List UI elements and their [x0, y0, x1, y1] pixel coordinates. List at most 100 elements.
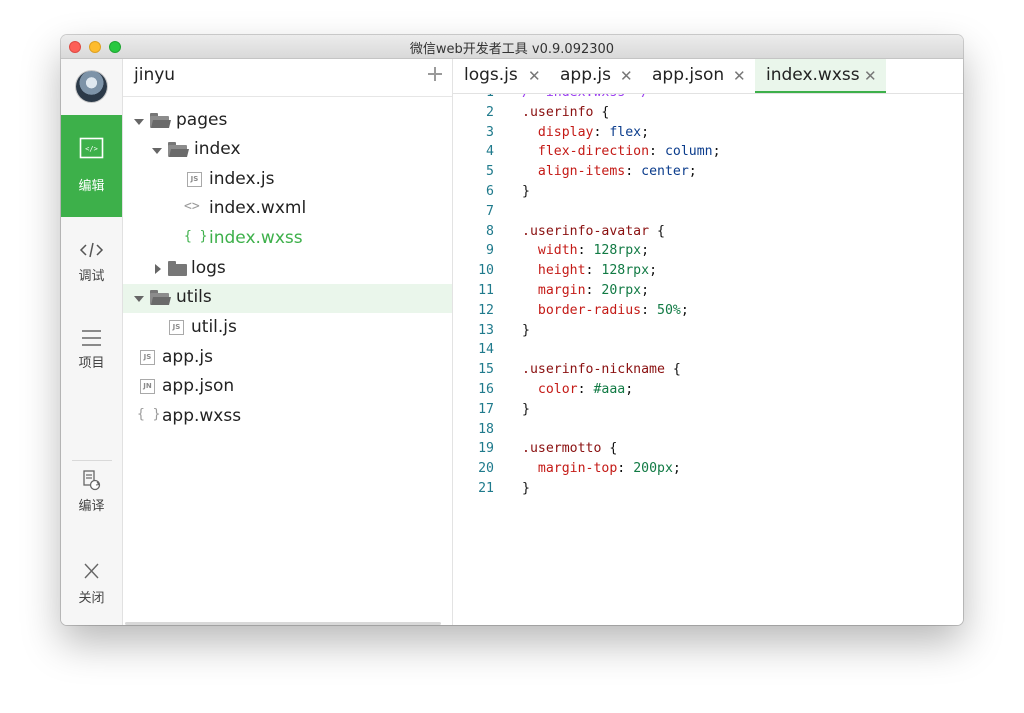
line-number: 13 [478, 322, 494, 338]
add-file-icon[interactable] [428, 67, 442, 81]
tab-index-wxss[interactable]: index.wxss ✕ [755, 59, 886, 93]
line-number: 2 [486, 104, 494, 120]
chevron-down-icon[interactable] [134, 119, 144, 125]
line-number: 9 [486, 243, 494, 259]
code-area[interactable]: 1 /**index.wxss**/ 2 .userinfo {3 display: … [453, 94, 963, 625]
code-editor: logs.js ✕ app.js ✕ app.json ✕ index.wxss… [453, 59, 963, 625]
tree-file-app-wxss[interactable]: { } app.wxss [123, 403, 452, 432]
tree-file-index-js[interactable]: JS index.js [123, 166, 452, 195]
editor-tab-bar: logs.js ✕ app.js ✕ app.json ✕ index.wxss… [453, 59, 963, 94]
line-number: 16 [478, 382, 494, 397]
line-number: 1 [453, 94, 494, 100]
code-line: display: flex; [537, 124, 650, 140]
tab-label: app.json [652, 65, 725, 85]
line-number: 7 [486, 203, 494, 219]
close-tab-icon[interactable]: ✕ [864, 67, 877, 85]
line-number: 4 [486, 144, 494, 160]
avatar[interactable] [76, 71, 107, 102]
tree-item-label: index.js [209, 169, 275, 189]
folder-open-icon [150, 290, 171, 305]
tree-file-index-wxss[interactable]: { } index.wxss [123, 225, 452, 254]
code-line: } [522, 401, 530, 417]
folder-icon [168, 261, 187, 276]
svg-text:</>: </> [85, 145, 98, 153]
sidebar-item-label: 编译 [78, 499, 105, 514]
sidebar-item-edit[interactable]: </> 编辑 [61, 115, 122, 217]
folder-open-icon [150, 113, 171, 128]
tree-folder-utils[interactable]: utils [123, 284, 452, 313]
tree-item-label: index [194, 139, 241, 159]
tree-folder-index[interactable]: index [123, 136, 452, 165]
style-file-icon: { } [137, 407, 161, 422]
code-line: border-radius: 50%; [537, 302, 689, 318]
sidebar-item-label: 关闭 [78, 591, 105, 606]
code-line: .userinfo-nickname { [522, 362, 681, 378]
code-line: align-items: center; [537, 164, 697, 180]
chevron-down-icon[interactable] [152, 148, 162, 154]
sidebar-item-label: 调试 [78, 269, 105, 284]
window-title: 微信web开发者工具 v0.9.092300 [409, 42, 615, 57]
code-line: width: 128rpx; [537, 243, 650, 259]
project-name: jinyu [134, 65, 176, 85]
line-number: 14 [478, 342, 494, 358]
code-line: } [522, 481, 530, 496]
line-number: 6 [486, 184, 494, 199]
code-line: .usermotto { [522, 441, 618, 457]
tab-app-js[interactable]: app.js ✕ [549, 59, 640, 93]
tree-item-label: pages [176, 110, 228, 130]
line-number: 10 [478, 263, 494, 279]
code-line: margin: 20rpx; [537, 283, 650, 298]
tree-file-util-js[interactable]: JS util.js [123, 314, 452, 343]
horizontal-scrollbar[interactable] [125, 622, 441, 625]
list-icon [82, 330, 101, 346]
tab-label: logs.js [464, 65, 518, 85]
sidebar-item-debug[interactable]: 调试 [61, 217, 122, 318]
line-number: 5 [486, 164, 494, 180]
tree-file-app-js[interactable]: JS app.js [123, 344, 452, 373]
tree-item-label: logs [191, 258, 226, 278]
tree-item-label: index.wxml [209, 198, 307, 218]
code-box-icon: </> [79, 137, 104, 159]
chevron-right-icon[interactable] [155, 264, 161, 274]
json-file-icon: JN [140, 379, 155, 394]
code-brackets-icon [79, 242, 104, 258]
line-number: 18 [478, 421, 494, 437]
style-file-icon: { } [184, 229, 208, 244]
line-number: 3 [486, 124, 494, 140]
markup-file-icon: <> [184, 199, 200, 214]
sidebar-item-close[interactable]: 关闭 [61, 559, 122, 625]
js-file-icon: JS [187, 172, 202, 187]
tree-item-label: utils [176, 287, 212, 307]
chevron-down-icon[interactable] [134, 296, 144, 302]
folder-open-icon [168, 142, 189, 157]
sidebar-item-project[interactable]: 项目 [61, 319, 122, 420]
tree-folder-logs[interactable]: logs [123, 255, 452, 284]
close-tab-icon[interactable]: ✕ [528, 67, 541, 85]
tab-label: index.wxss [766, 65, 860, 85]
code-line: .userinfo-avatar { [522, 223, 665, 239]
close-tab-icon[interactable]: ✕ [733, 67, 746, 85]
line-number: 19 [478, 441, 494, 457]
code-line: height: 128rpx; [537, 263, 658, 279]
code-line: margin-top: 200px; [537, 461, 681, 477]
tab-app-json[interactable]: app.json ✕ [641, 59, 754, 93]
tree-item-label: app.js [162, 347, 213, 367]
code-line: } [522, 184, 530, 199]
tree-folder-pages[interactable]: pages [123, 107, 452, 136]
close-tab-icon[interactable]: ✕ [620, 67, 633, 85]
code-line: flex-direction: column; [537, 144, 721, 160]
close-icon [84, 563, 99, 579]
tree-item-label: index.wxss [209, 228, 303, 248]
js-file-icon: JS [169, 320, 184, 335]
line-number: 21 [478, 481, 494, 496]
app-window: 微信web开发者工具 v0.9.092300 </> 编辑 调试 项目 编译 关… [61, 35, 963, 625]
sidebar-item-compile[interactable]: 编译 [61, 467, 122, 568]
file-tree-panel: jinyu pages index JS index.js <> index.w… [123, 59, 453, 625]
line-number: 12 [478, 302, 494, 318]
compile-icon [83, 470, 101, 491]
tree-file-index-wxml[interactable]: <> index.wxml [123, 195, 452, 224]
js-file-icon: JS [140, 350, 155, 365]
line-number: 15 [478, 362, 494, 378]
tree-file-app-json[interactable]: JN app.json [123, 373, 452, 402]
tab-logs-js[interactable]: logs.js ✕ [453, 59, 548, 93]
